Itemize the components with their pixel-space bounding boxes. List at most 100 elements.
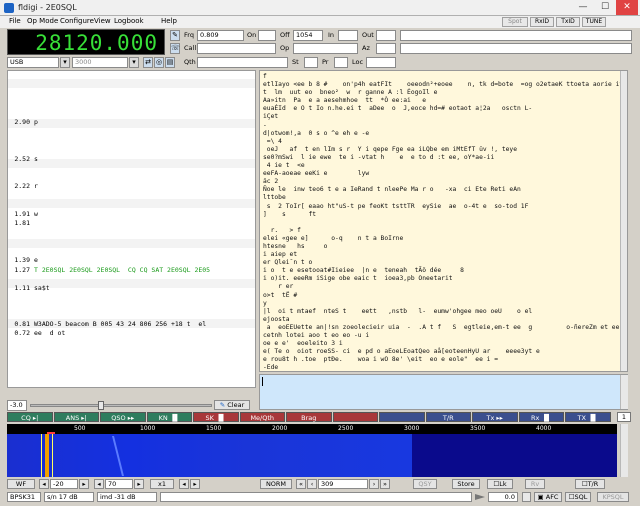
spot-button[interactable]: Spot	[502, 17, 528, 27]
reverse-button[interactable]: Rv	[525, 479, 545, 489]
menu-op-mode[interactable]: Op Mode	[27, 17, 58, 25]
mode-select[interactable]: USB	[7, 57, 59, 68]
scroll-right-icon[interactable]: ▸	[190, 479, 200, 489]
signal-text: r	[34, 182, 38, 190]
tx-scrollbar[interactable]	[620, 375, 628, 409]
afc-toggle[interactable]: ▣ AFC	[534, 492, 562, 502]
notes-field[interactable]	[400, 43, 632, 54]
rxid-button[interactable]: RxID	[530, 17, 554, 27]
waterfall-scrollbar[interactable]	[620, 424, 628, 477]
frequency-display[interactable]: 28120.000	[7, 29, 165, 55]
menu-configure[interactable]: Configure	[60, 17, 94, 25]
rx-scrollbar[interactable]	[620, 71, 627, 371]
tr-button[interactable]: ☐T/R	[575, 479, 605, 489]
waterfall[interactable]	[7, 434, 617, 477]
scroll-left-icon[interactable]: ◂	[179, 479, 189, 489]
out-field[interactable]	[376, 30, 396, 41]
signal-browser-line[interactable]: 1.81	[10, 219, 34, 227]
macro-button[interactable]: ANS ▸|	[53, 412, 99, 422]
range-up-icon[interactable]: ▸	[134, 479, 144, 489]
ref-up-icon[interactable]: ▸	[79, 479, 89, 489]
signal-browser-line[interactable]: 2.52 s	[10, 155, 38, 163]
bandwidth-select[interactable]: 3000	[72, 57, 128, 68]
swap-icon[interactable]: ⇄	[143, 57, 153, 68]
signal-browser-line[interactable]: 0.81 W3ADO-5 beacom B 005 43 24 806 256 +…	[10, 320, 206, 328]
minimize-icon[interactable]: —	[572, 0, 594, 15]
frq-field[interactable]: 0.809	[197, 30, 244, 41]
txid-button[interactable]: TxID	[556, 17, 580, 27]
menu-file[interactable]: File	[9, 17, 21, 25]
signal-browser-line[interactable]: 2.22 r	[10, 182, 38, 190]
macro-button[interactable]: Brag	[286, 412, 332, 422]
menu-logbook[interactable]: Logbook	[114, 17, 144, 25]
signal-browser[interactable]: 3.10ltee Y2.90p2.52s2.22r1.91w1.811.39e1…	[7, 70, 256, 388]
signal-browser-line[interactable]: 1.11 sa$t	[10, 284, 49, 292]
macro-button[interactable]: Tx ▸▸	[472, 412, 518, 422]
clear-log-icon[interactable]: ✎	[170, 30, 180, 41]
freq-up-icon[interactable]: ›	[369, 479, 379, 489]
ref-down-icon[interactable]: ◂	[39, 479, 49, 489]
mode-status[interactable]: BPSK31	[7, 492, 41, 502]
rx-text-pane[interactable]: f etlIayo <ee b 8 # on'p4h eatFIt oeeodn…	[259, 70, 628, 372]
log-extra-field[interactable]	[400, 30, 632, 41]
maximize-icon[interactable]: ☐	[594, 0, 616, 15]
freq-down-fast-icon[interactable]: «	[296, 479, 306, 489]
menu-view[interactable]: View	[94, 17, 111, 25]
qsy-button[interactable]: QSY	[413, 479, 437, 489]
off-field[interactable]: 1054	[293, 30, 323, 41]
mode-dropdown-icon[interactable]: ▾	[60, 57, 70, 68]
signal-browser-line[interactable]: 0.72 ee d ot	[10, 329, 65, 337]
close-icon[interactable]: ✕	[616, 0, 638, 15]
save-log-icon[interactable]: ▤	[165, 57, 175, 68]
macro-button[interactable]: QSO ▸▸	[100, 412, 146, 422]
freq-down-icon[interactable]: ‹	[307, 479, 317, 489]
lookup-icon[interactable]: ◎	[154, 57, 164, 68]
az-label: Az	[362, 44, 370, 52]
range-down-icon[interactable]: ◂	[94, 479, 104, 489]
call-field[interactable]	[197, 43, 276, 54]
tune-button[interactable]: TUNE	[582, 17, 606, 27]
tx-text-pane[interactable]	[259, 374, 628, 410]
clear-button[interactable]: ✎ Clear	[214, 400, 250, 410]
macro-button[interactable]: CQ ▸|	[7, 412, 53, 422]
call-lookup-icon[interactable]: ☏	[170, 43, 180, 54]
signal-browser-line[interactable]: 2.90 p	[10, 118, 38, 126]
audio-frequency[interactable]: 309	[318, 479, 368, 489]
wf-button[interactable]: WF	[7, 479, 35, 489]
macro-button[interactable]	[332, 412, 378, 422]
ref-level[interactable]: -20	[50, 479, 78, 489]
macro-button[interactable]: SK ▐▌	[193, 412, 239, 422]
sql-toggle[interactable]: ☐SQL	[565, 492, 591, 502]
macro-button[interactable]	[379, 412, 425, 422]
zoom-button[interactable]: x1	[150, 479, 174, 489]
in-field[interactable]	[338, 30, 358, 41]
qth-field[interactable]	[197, 57, 288, 68]
az-field[interactable]	[376, 43, 396, 54]
level-slider-handle[interactable]	[98, 401, 104, 410]
level-slider[interactable]	[30, 404, 212, 407]
lock-button[interactable]: ☐Lk	[487, 479, 513, 489]
signal-browser-line[interactable]: 1.39 e	[10, 256, 38, 264]
macro-button[interactable]: TX ▐▌	[565, 412, 611, 422]
macro-button[interactable]: Me/Qth	[239, 412, 285, 422]
on-field[interactable]	[258, 30, 276, 41]
menu-help[interactable]: Help	[161, 17, 177, 25]
bandwidth-dropdown-icon[interactable]: ▾	[129, 57, 139, 68]
freq-up-fast-icon[interactable]: »	[380, 479, 390, 489]
range-level[interactable]: 70	[105, 479, 133, 489]
loc-field[interactable]	[366, 57, 396, 68]
frequency-ruler[interactable]: 500 1000 1500 2000 2500 3000 3500 4000	[7, 424, 617, 434]
op-field[interactable]	[293, 43, 358, 54]
signal-browser-line[interactable]: 1.91 w	[10, 210, 38, 218]
macro-button[interactable]: KN ▐▌	[146, 412, 192, 422]
st-field[interactable]	[304, 57, 318, 68]
macro-set[interactable]: 1	[617, 412, 631, 422]
store-button[interactable]: Store	[452, 479, 480, 489]
pr-field[interactable]	[334, 57, 348, 68]
norm-button[interactable]: NORM	[260, 479, 292, 489]
macro-button[interactable]: Rx ▐▌	[518, 412, 564, 422]
level-value[interactable]: -3.0	[7, 400, 27, 411]
kpsql-toggle[interactable]: KPSQL	[597, 492, 629, 502]
signal-browser-line[interactable]: 1.27 T 2E0SQL 2E0SQL 2E0SQL CQ CQ SAT 2E0…	[10, 266, 210, 274]
macro-button[interactable]: T/R	[425, 412, 471, 422]
